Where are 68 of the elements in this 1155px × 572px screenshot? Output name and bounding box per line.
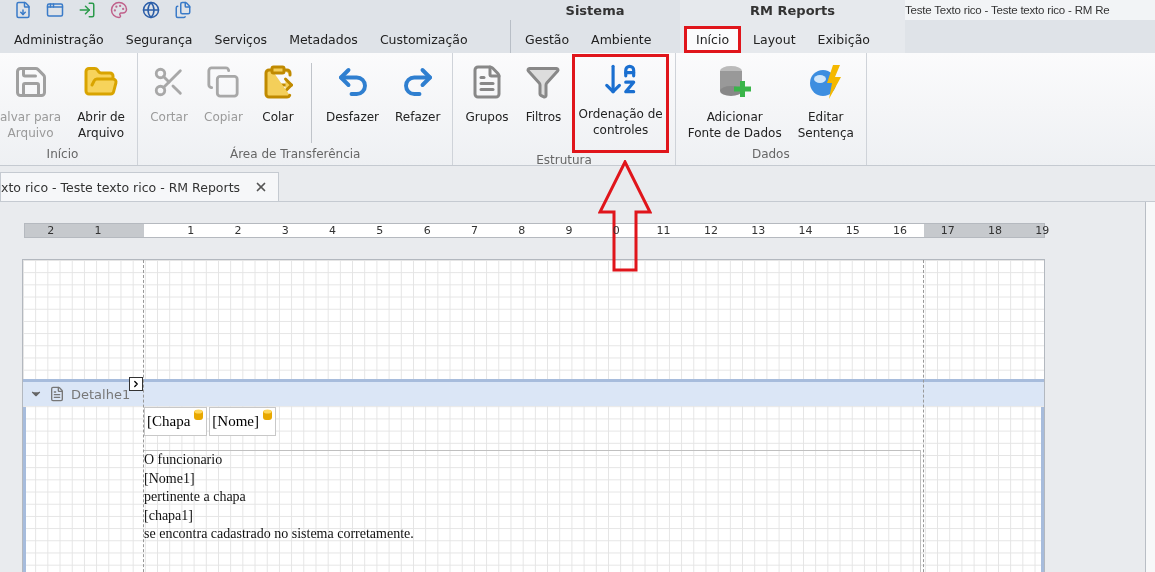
- ruler-number: 12: [702, 224, 719, 237]
- band-icon: [49, 386, 65, 402]
- text-line: [Nome1]: [144, 469, 196, 488]
- ruler-number: 1: [186, 224, 196, 237]
- ribbon-tab[interactable]: Início: [684, 26, 742, 53]
- ribbon-button[interactable]: Desfazer: [319, 57, 386, 131]
- ribbon-tab[interactable]: Administração: [4, 26, 114, 53]
- ruler-number: 3: [280, 224, 290, 237]
- group-label: Estrutura: [535, 153, 593, 167]
- ribbon-tab[interactable]: Ambiente: [581, 26, 662, 53]
- ribbon-button[interactable]: Editar Sentença: [791, 57, 860, 147]
- window-icon[interactable]: [46, 1, 64, 19]
- ruler-number: 5: [375, 224, 385, 237]
- text-line: pertinente a chapa: [144, 488, 247, 506]
- document-tab[interactable]: xto rico - Teste texto rico - RM Reports: [0, 172, 280, 201]
- band-label: Detalhe1: [71, 386, 131, 402]
- ribbon-button[interactable]: Refazer: [389, 57, 447, 131]
- ruler-number: 17: [939, 224, 956, 237]
- chevron-right-icon: [131, 379, 141, 389]
- group-label: Dados: [750, 147, 791, 163]
- ribbon-button[interactable]: Grupos: [459, 57, 515, 131]
- ribbon-button[interactable]: Ordenação de controles: [572, 54, 669, 153]
- database-icon: [263, 409, 272, 421]
- ruler-number: 11: [655, 224, 672, 237]
- group-label: Área de Transferência: [228, 147, 362, 163]
- data-field[interactable]: [Chapa: [144, 407, 208, 436]
- text-line: se encontra cadastrado no sistema corretamente.: [144, 525, 415, 543]
- band-header[interactable]: Detalhe1: [23, 379, 1044, 406]
- globe-icon[interactable]: [142, 1, 160, 19]
- ruler-number: 6: [422, 224, 432, 237]
- ruler-number: 7: [469, 224, 479, 237]
- ribbon-tab[interactable]: Exibição: [807, 26, 880, 53]
- ruler-number: 2: [46, 224, 56, 237]
- text-line: O funcionario: [144, 451, 224, 469]
- ruler-number: 4: [328, 224, 338, 237]
- ribbon-button[interactable]: Filtros: [518, 57, 569, 131]
- palette-icon[interactable]: [110, 1, 128, 19]
- ruler-number: 15: [844, 224, 861, 237]
- copy-icon: [206, 65, 241, 99]
- ribbon-tab[interactable]: Segurança: [115, 26, 203, 53]
- ribbon-tab[interactable]: Gestão: [515, 26, 580, 53]
- ruler-number: 14: [797, 224, 814, 237]
- rich-text-box[interactable]: O funcionario [Nome1] pertinente a chapa [chapa1] se encontra cadastrado no sistema corretamente.: [144, 450, 921, 572]
- ruler-number: 1: [93, 224, 103, 237]
- enter-icon[interactable]: [78, 1, 96, 19]
- ruler-number: 18: [986, 224, 1003, 237]
- database-icon: [194, 409, 204, 421]
- window-title: Teste Texto rico - Teste texto rico - RM Re: [905, 0, 1155, 20]
- ribbon-tab[interactable]: Serviços: [204, 26, 278, 53]
- band-menu-button[interactable]: [129, 377, 143, 391]
- ruler-number: 2: [233, 224, 243, 237]
- ribbon-button[interactable]: Colar: [252, 57, 303, 131]
- ribbon-tab[interactable]: Customização: [369, 26, 478, 53]
- ribbon-button[interactable]: Adicionar Fonte de Dados: [681, 57, 788, 147]
- documents-icon[interactable]: [174, 1, 192, 19]
- context-tab-label: RM Reports: [680, 0, 905, 20]
- ruler-number: 13: [750, 224, 767, 237]
- group-label: Início: [45, 147, 80, 163]
- ruler-number: 16: [892, 224, 909, 237]
- text-line: [chapa1]: [144, 506, 194, 525]
- filter-icon: [525, 64, 562, 100]
- ruler-number: 8: [517, 224, 527, 237]
- ribbon-tab[interactable]: Metadados: [279, 26, 368, 53]
- ribbon-tab[interactable]: Layout: [743, 26, 806, 53]
- ribbon-button[interactable]: Abrir de Arquivo: [71, 57, 131, 147]
- data-field[interactable]: [Nome]: [209, 407, 276, 436]
- ruler-number: 9: [564, 224, 574, 237]
- ruler-number: 19: [1034, 224, 1051, 237]
